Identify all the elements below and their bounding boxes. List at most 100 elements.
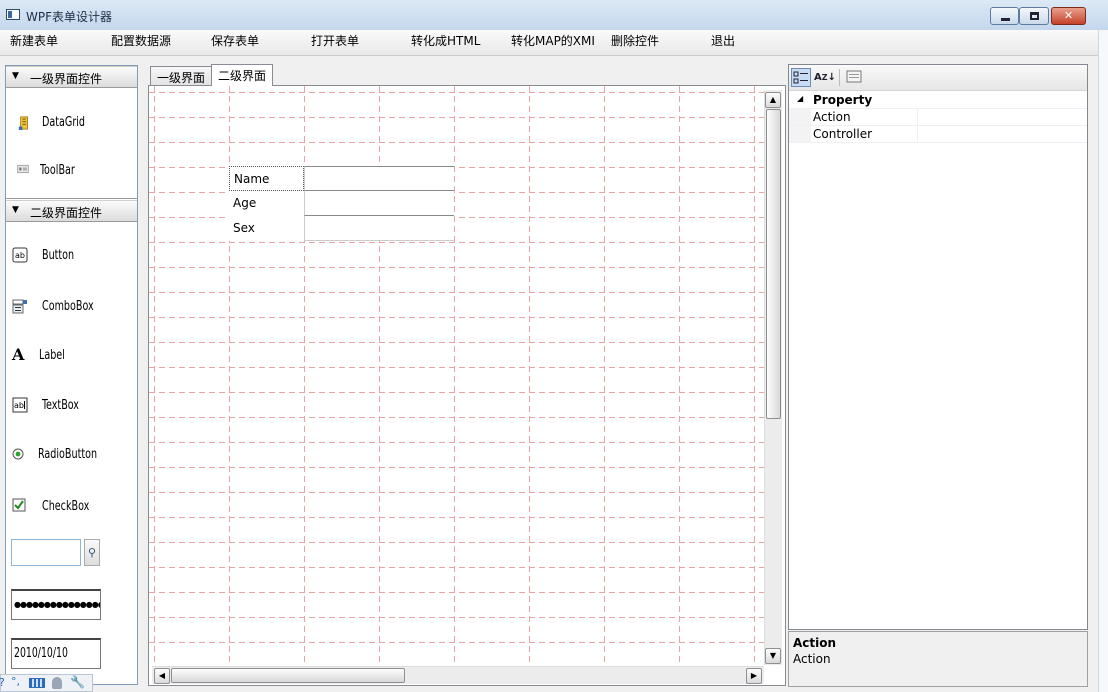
toolbox-label-toolbar: ToolBar — [40, 163, 75, 178]
scroll-right-icon[interactable]: ▶ — [746, 668, 762, 684]
tab-level1[interactable]: 一级界面 — [150, 66, 213, 85]
property-value-action[interactable] — [917, 109, 1088, 125]
toolbox-label-label: Label — [39, 348, 65, 363]
menu-config-datasource[interactable]: 配置数据源 — [111, 32, 171, 49]
property-grid-toolbar: AZ↓ — [789, 65, 1087, 91]
scroll-up-icon[interactable]: ▲ — [765, 92, 781, 108]
toolbox-item-button[interactable]: ab Button — [6, 241, 137, 271]
toolbox-group-level2-header[interactable]: ▼ 二级界面控件 — [6, 200, 137, 222]
button-icon: ab — [12, 247, 28, 263]
categorized-view-button[interactable] — [791, 68, 811, 87]
vertical-scroll-thumb[interactable] — [766, 109, 781, 419]
toolbar-icon — [17, 164, 29, 174]
property-value-controller[interactable] — [917, 126, 1088, 142]
scroll-down-icon[interactable]: ▼ — [765, 648, 781, 664]
datagrid-icon — [18, 116, 28, 130]
expand-arrow-icon: ▼ — [12, 205, 19, 215]
property-row-controller[interactable]: Controller — [789, 126, 1087, 143]
property-name-action: Action — [813, 110, 851, 124]
menu-exit[interactable]: 退出 — [711, 32, 735, 49]
window-frame-right — [1098, 30, 1108, 692]
search-box-sample — [11, 539, 81, 566]
property-pages-icon — [846, 70, 862, 83]
minimize-button[interactable] — [990, 7, 1019, 25]
toolbox-password-sample[interactable]: ●●●●●●●●●●●●●●● — [11, 589, 101, 620]
property-grid: AZ↓ ◢ Property Action Controller — [788, 64, 1088, 630]
field-label-sex[interactable]: Sex — [229, 216, 304, 241]
checkbox-icon — [12, 498, 26, 512]
wrench-icon[interactable]: 🔧 — [70, 675, 85, 689]
tray-strip: ? °, 🔧 — [0, 674, 93, 692]
alphabetical-view-button[interactable]: AZ↓ — [814, 68, 836, 87]
field-input-sex[interactable] — [304, 216, 454, 241]
toolbox-group-level1-title: 一级界面控件 — [30, 72, 103, 86]
toolbar-divider — [839, 69, 840, 86]
search-icon: ⚲ — [84, 539, 100, 566]
toolbox-group-level2-title: 二级界面控件 — [30, 206, 103, 220]
toolbox-item-datagrid[interactable]: DataGrid — [6, 108, 137, 138]
toolbox-label-checkbox: CheckBox — [42, 499, 90, 514]
field-label-name[interactable]: Name — [229, 166, 304, 191]
toolbox-label-textbox: TextBox — [42, 398, 79, 413]
field-input-age[interactable] — [304, 191, 454, 216]
toolbox-item-combobox[interactable]: ComboBox — [6, 292, 137, 322]
svg-text:ab: ab — [15, 251, 25, 260]
label-icon: A — [12, 345, 25, 364]
toolbox-item-radiobutton[interactable]: RadioButton — [6, 440, 137, 470]
scroll-left-icon[interactable]: ◀ — [154, 668, 170, 684]
field-input-name[interactable] — [304, 166, 454, 191]
password-dots: ●●●●●●●●●●●●●●● — [14, 600, 101, 609]
toolbox-label-combobox: ComboBox — [42, 299, 94, 314]
toolbox-label-button: Button — [42, 248, 75, 263]
keyboard-icon[interactable] — [29, 678, 45, 688]
close-button[interactable]: ✕ — [1051, 7, 1086, 25]
punctuation-icon[interactable]: °, — [11, 675, 20, 688]
tab-level2[interactable]: 二级界面 — [211, 64, 274, 86]
toolbox-group-level1-header[interactable]: ▼ 一级界面控件 — [6, 66, 137, 88]
sort-az-icon: AZ↓ — [814, 72, 836, 83]
window-title: WPF表单设计器 — [26, 10, 113, 24]
property-description-title: Action — [793, 636, 837, 650]
toolbox-label-radiobutton: RadioButton — [38, 447, 98, 462]
menu-to-map-xmi[interactable]: 转化MAP的XMI — [511, 32, 595, 49]
svg-text:ab: ab — [14, 401, 24, 410]
maximize-button[interactable] — [1019, 7, 1049, 25]
toolbox-item-toolbar[interactable]: ToolBar — [6, 156, 137, 186]
designer-tabstrip: 一级界面 二级界面 — [148, 64, 786, 86]
property-description-panel: Action Action — [788, 631, 1088, 687]
toolbox-item-checkbox[interactable]: CheckBox — [6, 492, 137, 522]
title-bar: WPF表单设计器 ✕ — [0, 0, 1108, 31]
property-gutter — [789, 126, 811, 142]
toolbox-separator — [6, 198, 137, 199]
toolbox-panel: ▼ 一级界面控件 DataGrid ToolBar ▼ 二级界面控件 ab Bu… — [5, 65, 138, 685]
toolbox-item-textbox[interactable]: ab TextBox — [6, 391, 137, 421]
close-icon: ✕ — [1063, 9, 1074, 22]
categorized-icon — [793, 71, 808, 84]
menu-to-html[interactable]: 转化成HTML — [411, 32, 480, 49]
property-row-action[interactable]: Action — [789, 109, 1087, 126]
menu-new-form[interactable]: 新建表单 — [10, 32, 58, 49]
toolbox-datepicker-sample[interactable]: 2010/10/10 — [11, 638, 101, 669]
menu-save-form[interactable]: 保存表单 — [211, 32, 259, 49]
combobox-icon — [12, 299, 27, 314]
property-name-controller: Controller — [813, 127, 873, 141]
horizontal-scroll-thumb[interactable] — [171, 668, 405, 683]
designer-vertical-scrollbar[interactable]: ▲ ▼ — [764, 90, 782, 665]
designer-canvas[interactable]: Name Age Sex — [148, 85, 786, 686]
property-description-text: Action — [793, 652, 831, 666]
date-value: 2010/10/10 — [14, 646, 68, 661]
designer-horizontal-scrollbar[interactable]: ◀ ▶ — [152, 666, 764, 684]
help-icon[interactable]: ? — [0, 676, 5, 689]
expand-arrow-icon: ▼ — [12, 71, 19, 81]
toolbox-search-sample[interactable]: ⚲ — [11, 538, 101, 568]
user-icon[interactable] — [52, 677, 62, 689]
property-gutter — [789, 109, 811, 125]
toolbox-item-label[interactable]: A Label — [6, 341, 137, 371]
menu-bar: 新建表单 配置数据源 保存表单 打开表单 转化成HTML 转化MAP的XMI 删… — [0, 30, 1098, 56]
field-label-age[interactable]: Age — [229, 191, 304, 216]
menu-delete-control[interactable]: 删除控件 — [611, 32, 659, 49]
radiobutton-icon — [12, 448, 24, 460]
menu-open-form[interactable]: 打开表单 — [311, 32, 359, 49]
property-pages-button[interactable] — [844, 68, 864, 87]
property-category-row[interactable]: ◢ Property — [789, 92, 1087, 109]
